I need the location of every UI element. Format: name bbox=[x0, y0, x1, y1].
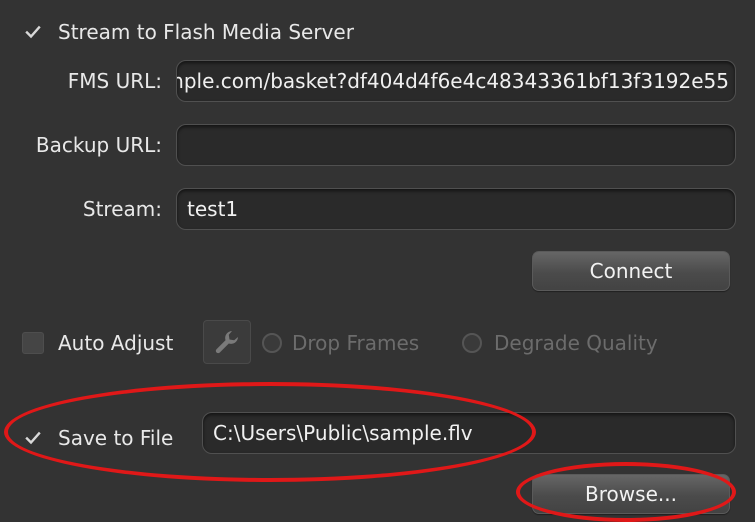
fms-url-label: FMS URL: bbox=[67, 69, 162, 93]
stream-name-value: test1 bbox=[187, 197, 239, 221]
stream-name-label: Stream: bbox=[82, 197, 162, 221]
auto-adjust-label: Auto Adjust bbox=[58, 331, 174, 355]
backup-url-input[interactable] bbox=[176, 124, 736, 166]
browse-button[interactable]: Browse... bbox=[532, 474, 730, 514]
fms-url-value: rtmp://example.com/basket?df404d4f6e4c48… bbox=[177, 69, 729, 93]
checkmark-icon bbox=[25, 25, 41, 39]
degrade-quality-label: Degrade Quality bbox=[494, 331, 658, 355]
save-path-value: C:\Users\Public\sample.flv bbox=[213, 421, 473, 445]
save-path-input[interactable]: C:\Users\Public\sample.flv bbox=[202, 412, 736, 454]
stream-to-fms-checkbox[interactable] bbox=[22, 21, 44, 43]
fms-url-input[interactable]: rtmp://example.com/basket?df404d4f6e4c48… bbox=[176, 60, 736, 102]
wrench-icon bbox=[215, 331, 238, 354]
save-to-file-checkbox[interactable] bbox=[22, 427, 44, 449]
stream-name-input[interactable]: test1 bbox=[176, 188, 736, 230]
fms-output-panel: Stream to Flash Media Server FMS URL: rt… bbox=[0, 0, 755, 522]
drop-frames-label: Drop Frames bbox=[292, 331, 420, 355]
drop-frames-radio[interactable] bbox=[262, 333, 282, 353]
checkmark-icon bbox=[25, 431, 41, 445]
auto-adjust-settings-button[interactable] bbox=[203, 320, 251, 364]
connect-button[interactable]: Connect bbox=[532, 251, 730, 291]
backup-url-label: Backup URL: bbox=[35, 133, 162, 157]
degrade-quality-radio[interactable] bbox=[462, 333, 482, 353]
save-to-file-label: Save to File bbox=[58, 426, 174, 450]
stream-to-fms-label: Stream to Flash Media Server bbox=[58, 20, 354, 44]
auto-adjust-checkbox[interactable] bbox=[22, 332, 44, 354]
